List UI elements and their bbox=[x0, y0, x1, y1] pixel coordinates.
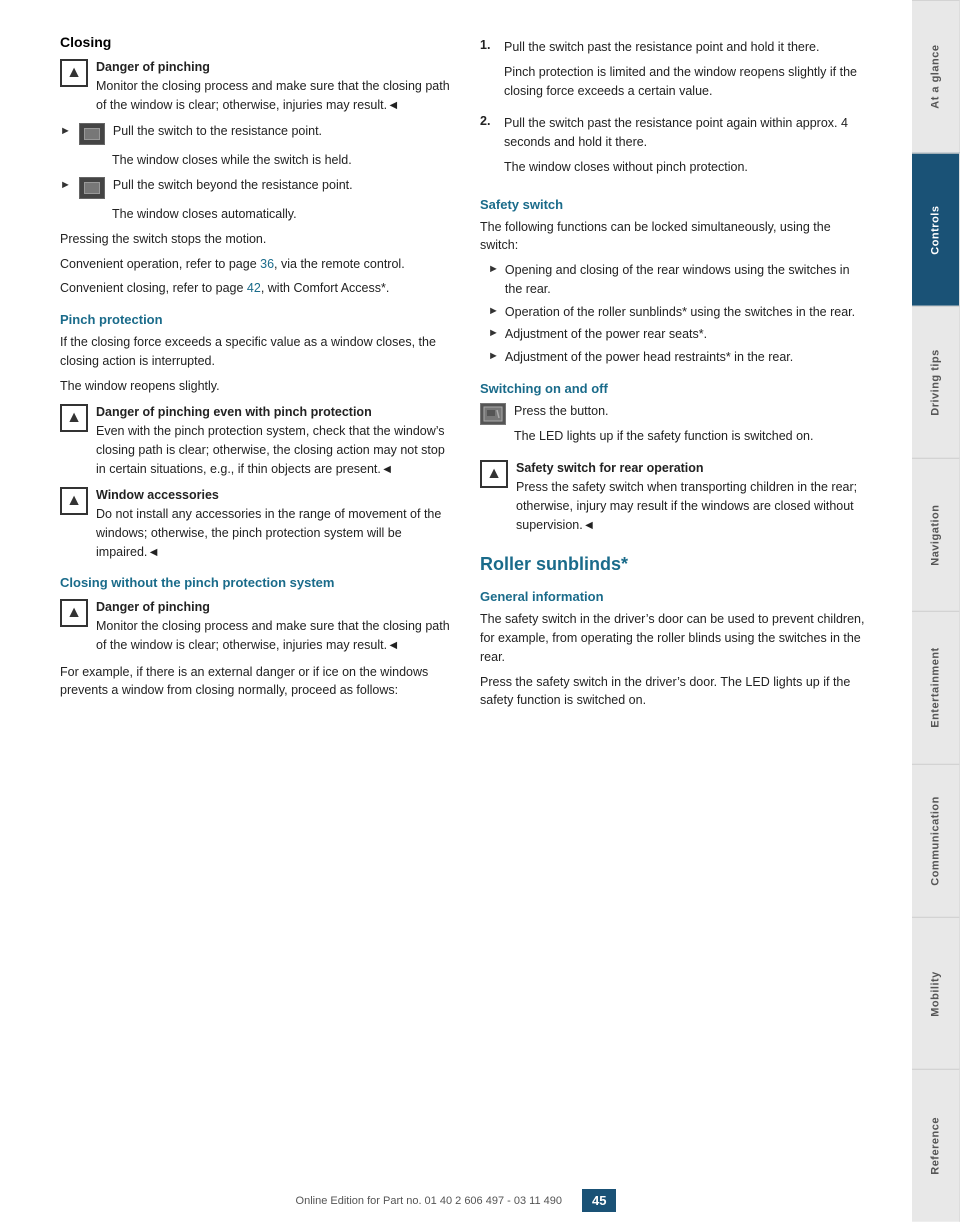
link-36[interactable]: 36 bbox=[260, 257, 274, 271]
numbered-item-1: 1. Pull the switch past the resistance p… bbox=[480, 38, 870, 106]
left-column: Closing ▲ Danger of pinching Monitor the… bbox=[60, 30, 450, 1182]
bullet-4: ► Adjustment of the power head restraint… bbox=[488, 348, 870, 367]
para1: Pressing the switch stops the motion. bbox=[60, 230, 450, 249]
sidebar-tab-entertainment[interactable]: Entertainment bbox=[912, 611, 960, 764]
sidebar-tab-communication[interactable]: Communication bbox=[912, 764, 960, 917]
warning-text-3: Window accessories Do not install any ac… bbox=[96, 486, 450, 561]
bullet-2: ► Operation of the roller sunblinds* usi… bbox=[488, 303, 870, 322]
num-text-2: Pull the switch past the resistance poin… bbox=[504, 114, 870, 182]
pinch-title: Pinch protection bbox=[60, 312, 450, 327]
main-content: Closing ▲ Danger of pinching Monitor the… bbox=[0, 0, 912, 1222]
arrow-icon-2: ► bbox=[60, 179, 71, 191]
danger-icon-4: ▲ bbox=[60, 599, 88, 627]
general-info-title: General information bbox=[480, 589, 870, 604]
danger-icon-3: ▲ bbox=[60, 487, 88, 515]
danger-icon-5: ▲ bbox=[480, 460, 508, 488]
bullet-text-4: Adjustment of the power head restraints*… bbox=[505, 348, 793, 367]
action-item-1: ► Pull the switch to the resistance poin… bbox=[60, 122, 450, 145]
switching-text: Press the button. The LED lights up if t… bbox=[514, 402, 813, 452]
action2-sub: The window closes automatically. bbox=[112, 205, 450, 224]
para2: Convenient operation, refer to page 36, … bbox=[60, 255, 450, 274]
bullet-arrow-1: ► bbox=[488, 263, 499, 275]
action-item-2: ► Pull the switch beyond the resistance … bbox=[60, 176, 450, 199]
safety-title: Safety switch bbox=[480, 197, 870, 212]
arrow-icon-1: ► bbox=[60, 125, 71, 137]
pinch-para2: The window reopens slightly. bbox=[60, 377, 450, 396]
bullet-arrow-3: ► bbox=[488, 327, 499, 339]
switching-action-item: Press the button. The LED lights up if t… bbox=[480, 402, 870, 452]
sidebar: At a glance Controls Driving tips Naviga… bbox=[912, 0, 960, 1222]
num-1: 1. bbox=[480, 38, 496, 52]
danger-icon-2: ▲ bbox=[60, 404, 88, 432]
warning-box-3: ▲ Window accessories Do not install any … bbox=[60, 486, 450, 561]
sidebar-tab-driving-tips[interactable]: Driving tips bbox=[912, 306, 960, 459]
danger-icon-1: ▲ bbox=[60, 59, 88, 87]
sidebar-tab-at-a-glance[interactable]: At a glance bbox=[912, 0, 960, 153]
roller-title: Roller sunblinds* bbox=[480, 554, 870, 575]
num-text-1: Pull the switch past the resistance poin… bbox=[504, 38, 870, 106]
warning-box-1: ▲ Danger of pinching Monitor the closing… bbox=[60, 58, 450, 114]
closing-para: For example, if there is an external dan… bbox=[60, 663, 450, 701]
pinch-para1: If the closing force exceeds a specific … bbox=[60, 333, 450, 371]
warning-box-5: ▲ Safety switch for rear operation Press… bbox=[480, 459, 870, 534]
right-column: 1. Pull the switch past the resistance p… bbox=[480, 30, 870, 1182]
bullet-arrow-4: ► bbox=[488, 350, 499, 362]
footer-text: Online Edition for Part no. 01 40 2 606 … bbox=[296, 1195, 562, 1207]
para3: Convenient closing, refer to page 42, wi… bbox=[60, 279, 450, 298]
switching-title: Switching on and off bbox=[480, 381, 870, 396]
sidebar-tab-mobility[interactable]: Mobility bbox=[912, 917, 960, 1070]
action1-sub: The window closes while the switch is he… bbox=[112, 151, 450, 170]
page-footer: Online Edition for Part no. 01 40 2 606 … bbox=[0, 1189, 912, 1212]
main-title: Closing bbox=[60, 34, 450, 50]
sidebar-tab-navigation[interactable]: Navigation bbox=[912, 458, 960, 611]
numbered-item-2: 2. Pull the switch past the resistance p… bbox=[480, 114, 870, 182]
page-number: 45 bbox=[582, 1189, 616, 1212]
safety-switch-icon bbox=[480, 403, 506, 425]
warning-text-1: Danger of pinching Monitor the closing p… bbox=[96, 58, 450, 114]
bullet-arrow-2: ► bbox=[488, 305, 499, 317]
closing-no-pinch-title: Closing without the pinch protection sys… bbox=[60, 575, 450, 590]
bullet-1: ► Opening and closing of the rear window… bbox=[488, 261, 870, 299]
action-text-2: Pull the switch beyond the resistance po… bbox=[113, 176, 353, 195]
sidebar-tab-controls[interactable]: Controls bbox=[912, 153, 960, 306]
warning-box-4: ▲ Danger of pinching Monitor the closing… bbox=[60, 598, 450, 654]
switch-icon-1 bbox=[79, 123, 105, 145]
warning-text-5: Safety switch for rear operation Press t… bbox=[516, 459, 870, 534]
num-2: 2. bbox=[480, 114, 496, 128]
link-42[interactable]: 42 bbox=[247, 281, 261, 295]
safety-para: The following functions can be locked si… bbox=[480, 218, 870, 256]
bullet-text-2: Operation of the roller sunblinds* using… bbox=[505, 303, 855, 322]
sidebar-tab-reference[interactable]: Reference bbox=[912, 1069, 960, 1222]
switch-icon-2 bbox=[79, 177, 105, 199]
warning-text-2: Danger of pinching even with pinch prote… bbox=[96, 403, 450, 478]
warning-box-2: ▲ Danger of pinching even with pinch pro… bbox=[60, 403, 450, 478]
general-para1: The safety switch in the driver’s door c… bbox=[480, 610, 870, 666]
action-text-1: Pull the switch to the resistance point. bbox=[113, 122, 322, 141]
bullet-text-1: Opening and closing of the rear windows … bbox=[505, 261, 870, 299]
bullet-3: ► Adjustment of the power rear seats*. bbox=[488, 325, 870, 344]
warning-text-4: Danger of pinching Monitor the closing p… bbox=[96, 598, 450, 654]
general-para2: Press the safety switch in the driver’s … bbox=[480, 673, 870, 711]
page-container: Closing ▲ Danger of pinching Monitor the… bbox=[0, 0, 960, 1222]
bullet-text-3: Adjustment of the power rear seats*. bbox=[505, 325, 707, 344]
